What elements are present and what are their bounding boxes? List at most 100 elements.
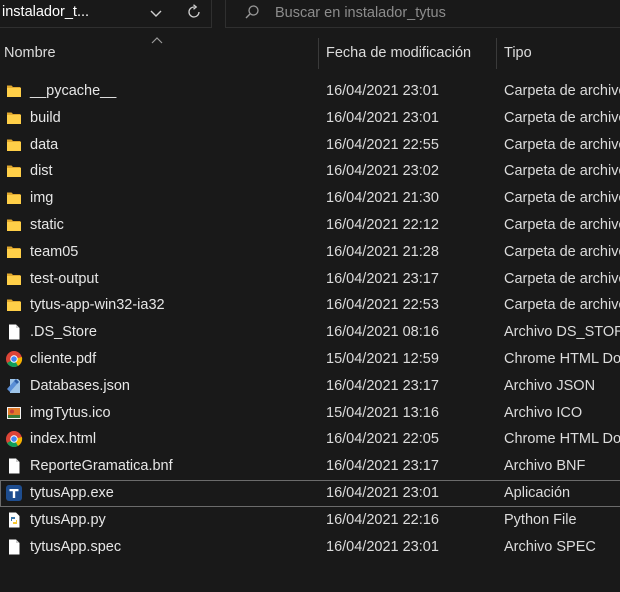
- file-type: Carpeta de archivos: [504, 297, 620, 314]
- file-type: Carpeta de archivos: [504, 270, 620, 287]
- file-row[interactable]: .DS_Store 16/04/2021 08:16 Archivo DS_STOR…: [0, 319, 620, 346]
- file-date-modified: 16/04/2021 21:28: [326, 243, 439, 260]
- refresh-icon[interactable]: [185, 3, 203, 21]
- file-name[interactable]: tytusApp.spec: [30, 534, 121, 561]
- file-date-modified: 15/04/2021 13:16: [326, 404, 439, 421]
- file-date-modified: 16/04/2021 23:01: [326, 484, 439, 501]
- json-file-icon: [5, 377, 23, 395]
- folder-icon: [5, 109, 23, 127]
- file-date-modified: 16/04/2021 23:17: [326, 458, 439, 475]
- file-date-modified: 16/04/2021 22:12: [326, 216, 439, 233]
- file-date-modified: 16/04/2021 08:16: [326, 324, 439, 341]
- breadcrumb[interactable]: instalador_t...: [0, 0, 212, 28]
- file-row[interactable]: tytusApp.spec 16/04/2021 23:01 Archivo SPE…: [0, 534, 620, 561]
- file-type: Carpeta de archivos: [504, 190, 620, 207]
- file-name[interactable]: imgTytus.ico: [30, 400, 111, 427]
- file-row[interactable]: test-output 16/04/2021 23:17 Carpeta de ar…: [0, 266, 620, 293]
- file-row[interactable]: dist 16/04/2021 23:02 Carpeta de archivos: [0, 158, 620, 185]
- file-type: Archivo DS_STORE: [504, 324, 620, 341]
- file-type: Chrome HTML Document: [504, 350, 620, 367]
- file-row[interactable]: team05 16/04/2021 21:28 Carpeta de archivo…: [0, 239, 620, 266]
- file-type: Aplicación: [504, 484, 571, 501]
- file-name[interactable]: tytusApp.py: [30, 507, 106, 534]
- file-row[interactable]: build 16/04/2021 23:01 Carpeta de archivos: [0, 105, 620, 132]
- column-divider[interactable]: [318, 38, 319, 69]
- breadcrumb-current-folder[interactable]: instalador_t...: [2, 4, 89, 20]
- column-header-date[interactable]: Fecha de modificación: [326, 36, 491, 70]
- file-type: Carpeta de archivos: [504, 136, 620, 153]
- file-row[interactable]: index.html 16/04/2021 22:05 Chrome HTML Do…: [0, 426, 620, 453]
- column-header-name[interactable]: Nombre: [4, 36, 314, 70]
- file-type: Python File: [504, 511, 577, 528]
- file-row[interactable]: img 16/04/2021 21:30 Carpeta de archivos: [0, 185, 620, 212]
- folder-icon: [5, 216, 23, 234]
- file-name[interactable]: Databases.json: [30, 373, 130, 400]
- file-list: __pycache__ 16/04/2021 23:01 Carpeta de ar…: [0, 78, 620, 560]
- address-bar: instalador_t...: [0, 0, 620, 29]
- file-type: Carpeta de archivos: [504, 163, 620, 180]
- chrome-icon: [5, 430, 23, 448]
- folder-icon: [5, 82, 23, 100]
- file-name[interactable]: data: [30, 132, 58, 159]
- ico-image-icon: [5, 404, 23, 422]
- file-date-modified: 15/04/2021 12:59: [326, 350, 439, 367]
- file-row[interactable]: data 16/04/2021 22:55 Carpeta de archivos: [0, 132, 620, 159]
- file-name[interactable]: cliente.pdf: [30, 346, 96, 373]
- folder-icon: [5, 189, 23, 207]
- file-row[interactable]: tytusApp.py 16/04/2021 22:16 Python File: [0, 507, 620, 534]
- chrome-icon: [5, 350, 23, 368]
- file-type: Carpeta de archivos: [504, 243, 620, 260]
- file-type: Archivo ICO: [504, 404, 583, 421]
- file-row[interactable]: imgTytus.ico 15/04/2021 13:16 Archivo ICO: [0, 400, 620, 427]
- file-type: Archivo JSON: [504, 377, 596, 394]
- file-row[interactable]: Databases.json 16/04/2021 23:17 Archivo JS…: [0, 373, 620, 400]
- file-date-modified: 16/04/2021 22:16: [326, 511, 439, 528]
- file-type: Carpeta de archivos: [504, 109, 620, 126]
- file-row[interactable]: __pycache__ 16/04/2021 23:01 Carpeta de ar…: [0, 78, 620, 105]
- file-date-modified: 16/04/2021 22:55: [326, 136, 439, 153]
- file-name[interactable]: build: [30, 105, 61, 132]
- file-name[interactable]: __pycache__: [30, 78, 116, 105]
- blank-file-icon: [5, 457, 23, 475]
- folder-icon: [5, 162, 23, 180]
- column-header-type[interactable]: Tipo: [504, 36, 620, 70]
- file-date-modified: 16/04/2021 22:53: [326, 297, 439, 314]
- file-row[interactable]: static 16/04/2021 22:12 Carpeta de archivo…: [0, 212, 620, 239]
- file-name[interactable]: tytusApp.exe: [30, 480, 114, 507]
- file-type: Carpeta de archivos: [504, 83, 620, 99]
- file-date-modified: 16/04/2021 23:17: [326, 377, 439, 394]
- search-box[interactable]: [225, 0, 620, 28]
- folder-icon: [5, 136, 23, 154]
- column-header: Nombre Fecha de modificación Tipo: [0, 36, 620, 70]
- column-divider[interactable]: [496, 38, 497, 69]
- file-date-modified: 16/04/2021 23:01: [326, 538, 439, 555]
- file-name[interactable]: static: [30, 212, 64, 239]
- folder-icon: [5, 296, 23, 314]
- file-date-modified: 16/04/2021 23:01: [326, 83, 439, 99]
- file-date-modified: 16/04/2021 21:30: [326, 190, 439, 207]
- blank-file-icon: [5, 323, 23, 341]
- file-name[interactable]: index.html: [30, 426, 96, 453]
- file-name[interactable]: ReporteGramatica.bnf: [30, 453, 173, 480]
- file-row[interactable]: cliente.pdf 15/04/2021 12:59 Chrome HTML D…: [0, 346, 620, 373]
- file-date-modified: 16/04/2021 23:02: [326, 163, 439, 180]
- chevron-down-icon[interactable]: [148, 5, 164, 21]
- tytus-app-icon: [5, 484, 23, 502]
- file-name[interactable]: .DS_Store: [30, 319, 97, 346]
- file-name[interactable]: team05: [30, 239, 78, 266]
- file-type: Archivo SPEC: [504, 538, 596, 555]
- file-date-modified: 16/04/2021 23:01: [326, 109, 439, 126]
- search-input[interactable]: [275, 3, 605, 23]
- folder-icon: [5, 270, 23, 288]
- file-row[interactable]: ReporteGramatica.bnf 16/04/2021 23:17 Arch…: [0, 453, 620, 480]
- file-name[interactable]: dist: [30, 158, 53, 185]
- file-name[interactable]: test-output: [30, 266, 99, 293]
- file-row[interactable]: tytusApp.exe 16/04/2021 23:01 Aplicación: [0, 479, 620, 507]
- file-name[interactable]: tytus-app-win32-ia32: [30, 292, 165, 319]
- search-icon: [245, 5, 259, 19]
- file-name[interactable]: img: [30, 185, 53, 212]
- file-row[interactable]: tytus-app-win32-ia32 16/04/2021 22:53 Carp…: [0, 292, 620, 319]
- file-date-modified: 16/04/2021 22:05: [326, 431, 439, 448]
- blank-file-icon: [5, 538, 23, 556]
- file-type: Carpeta de archivos: [504, 216, 620, 233]
